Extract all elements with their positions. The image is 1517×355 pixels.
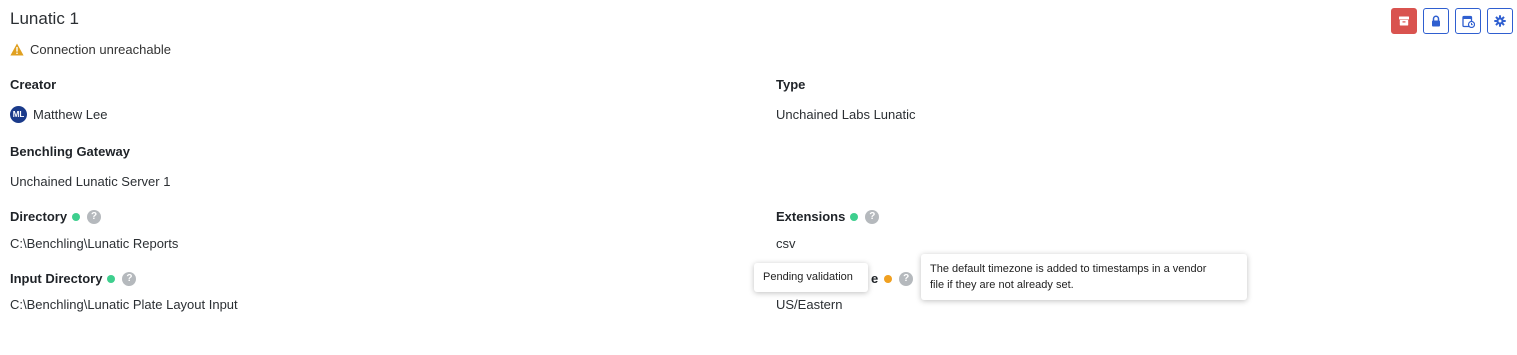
timezone-value: US/Eastern (776, 297, 843, 312)
instrument-detail-page: Lunatic 1 Connection unreachable Creator… (0, 0, 1517, 355)
input-directory-value: C:\Benchling\Lunatic Plate Layout Input (10, 297, 238, 312)
pending-validation-tooltip: Pending validation (754, 263, 868, 292)
pending-status-dot[interactable] (884, 274, 893, 283)
page-title: Lunatic 1 (10, 9, 79, 28)
creator-label: Creator (10, 77, 56, 92)
help-icon[interactable]: ? (865, 209, 880, 224)
input-directory-label-text: Input Directory (10, 271, 103, 286)
gateway-value: Unchained Lunatic Server 1 (10, 174, 171, 189)
help-icon[interactable]: ? (87, 209, 102, 224)
directory-label-text: Directory (10, 209, 68, 224)
avatar: ML (10, 106, 27, 123)
help-icon[interactable]: ? (122, 271, 137, 286)
schedule-icon (1461, 15, 1475, 28)
type-label-text: Type (776, 77, 806, 92)
timezone-label: e ? (871, 271, 914, 286)
timezone-help-tooltip: The default timezone is added to timesta… (921, 254, 1247, 300)
creator-label-text: Creator (10, 77, 57, 92)
directory-value: C:\Benchling\Lunatic Reports (10, 236, 179, 251)
archive-button[interactable] (1391, 8, 1417, 34)
connection-status: Connection unreachable (10, 42, 171, 57)
warning-icon (10, 43, 24, 56)
timezone-tooltip-line2: file if they are not already set. (930, 279, 1074, 291)
gear-icon (1494, 15, 1506, 27)
valid-status-dot (107, 274, 116, 283)
gateway-label: Benchling Gateway (10, 144, 130, 159)
help-icon[interactable]: ? (899, 271, 914, 286)
input-directory-label: Input Directory ? (10, 271, 137, 286)
settings-button[interactable] (1487, 8, 1513, 34)
extensions-label-text: Extensions (776, 209, 846, 224)
timezone-tooltip-line1: The default timezone is added to timesta… (930, 263, 1207, 275)
pending-tooltip-text: Pending validation (763, 271, 853, 283)
extensions-value: csv (776, 236, 796, 251)
lock-button[interactable] (1423, 8, 1449, 34)
type-value: Unchained Labs Lunatic (776, 107, 916, 122)
status-text: Connection unreachable (30, 42, 171, 57)
schedule-button[interactable] (1455, 8, 1481, 34)
lock-icon (1430, 15, 1442, 27)
creator-value: ML Matthew Lee (10, 106, 107, 123)
valid-status-dot (72, 212, 81, 221)
directory-label: Directory ? (10, 209, 102, 224)
creator-name[interactable]: Matthew Lee (33, 107, 107, 122)
toolbar (1391, 8, 1513, 34)
type-label: Type (776, 77, 805, 92)
timezone-label-text: e (871, 271, 879, 286)
gateway-label-text: Benchling Gateway (10, 144, 130, 159)
valid-status-dot (850, 212, 859, 221)
archive-icon (1398, 15, 1410, 27)
extensions-label: Extensions ? (776, 209, 880, 224)
